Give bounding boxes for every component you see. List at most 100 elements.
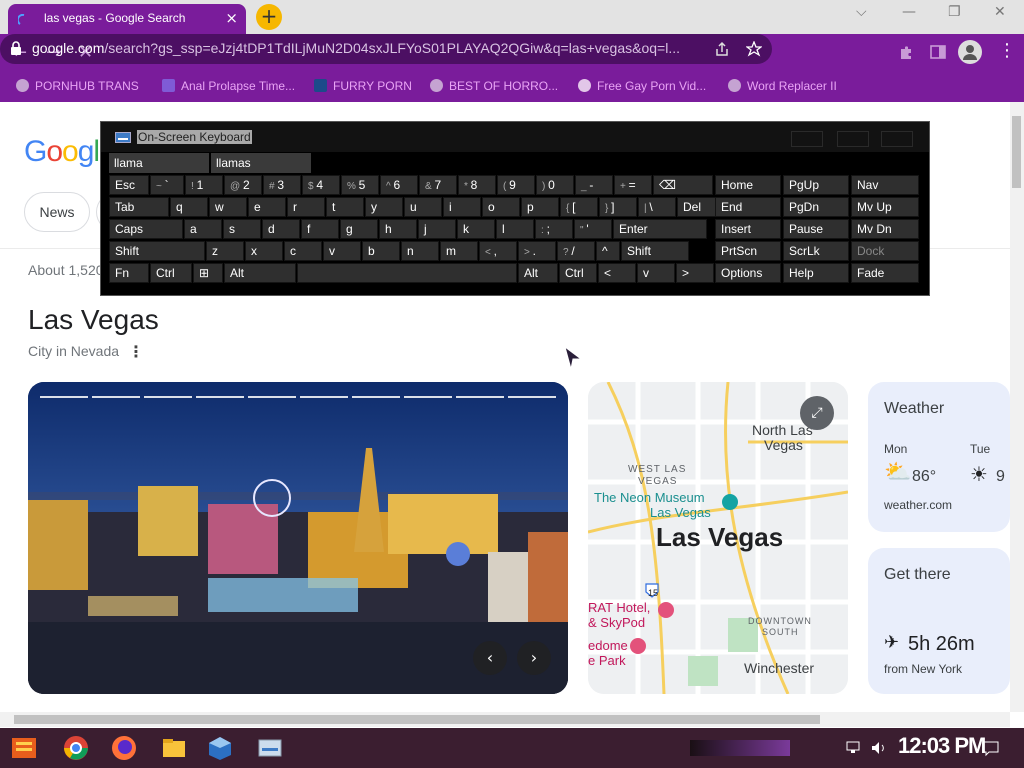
vertical-scrollbar[interactable] xyxy=(1010,102,1024,712)
minimize-button[interactable]: — xyxy=(902,4,916,20)
google-logo[interactable]: Googl xyxy=(24,135,100,169)
bookmark-item[interactable]: Free Gay Porn Vid... xyxy=(578,79,706,93)
word-suggestion[interactable]: llamas xyxy=(211,153,311,173)
osk-key[interactable]: p xyxy=(521,197,559,217)
bookmark-item[interactable]: Word Replacer II xyxy=(728,79,837,93)
restore-button[interactable]: ❐ xyxy=(948,4,961,20)
sidepanel-icon[interactable] xyxy=(930,44,946,60)
osk-key[interactable]: ^ xyxy=(596,241,620,261)
osk-key[interactable]: l xyxy=(496,219,534,239)
osk-key[interactable]: y xyxy=(365,197,403,217)
osk-key[interactable] xyxy=(297,263,517,283)
osk-key[interactable]: ⊞ xyxy=(193,263,223,283)
osk-maximize-button[interactable] xyxy=(837,131,869,147)
osk-key[interactable]: Shift xyxy=(621,241,689,261)
osk-key[interactable]: % 5 xyxy=(341,175,379,195)
osk-key[interactable]: m xyxy=(440,241,478,261)
osk-key[interactable]: ~ ` xyxy=(150,175,184,195)
osk-key[interactable]: n xyxy=(401,241,439,261)
osk-nav-key[interactable]: End xyxy=(715,197,781,217)
osk-minimize-button[interactable] xyxy=(791,131,823,147)
more-options-icon[interactable]: ⋮ xyxy=(128,342,144,361)
osk-key[interactable]: ) 0 xyxy=(536,175,574,195)
osk-key[interactable]: < xyxy=(598,263,636,283)
osk-key[interactable]: ? / xyxy=(557,241,595,261)
osk-key[interactable]: Enter xyxy=(613,219,707,239)
osk-nav-key[interactable]: PgUp xyxy=(783,175,849,195)
osk-key[interactable]: v xyxy=(323,241,361,261)
osk-key[interactable]: * 8 xyxy=(458,175,496,195)
osk-key[interactable]: & 7 xyxy=(419,175,457,195)
osk-key[interactable]: a xyxy=(184,219,222,239)
osk-key[interactable]: k xyxy=(457,219,495,239)
osk-key[interactable]: + = xyxy=(614,175,652,195)
osk-key[interactable]: Esc xyxy=(109,175,149,195)
osk-key[interactable]: ( 9 xyxy=(497,175,535,195)
osk-nav-key[interactable]: PgDn xyxy=(783,197,849,217)
osk-key[interactable]: z xyxy=(206,241,244,261)
osk-key[interactable]: t xyxy=(326,197,364,217)
osk-taskbar-icon[interactable] xyxy=(256,734,284,762)
osk-nav-key[interactable]: Home xyxy=(715,175,781,195)
bookmark-item[interactable]: BEST OF HORRO... xyxy=(430,79,558,93)
osk-nav-key[interactable]: Help xyxy=(783,263,849,283)
osk-key[interactable]: g xyxy=(340,219,378,239)
osk-key[interactable]: v xyxy=(637,263,675,283)
map-card[interactable]: North Las Vegas WEST LAS VEGAS The Neon … xyxy=(588,382,848,694)
osk-key[interactable]: h xyxy=(379,219,417,239)
profile-avatar[interactable] xyxy=(958,40,982,64)
osk-key[interactable]: $ 4 xyxy=(302,175,340,195)
vertical-scroll-thumb[interactable] xyxy=(1012,116,1021,188)
network-icon[interactable] xyxy=(846,740,864,756)
osk-nav-key[interactable]: Insert xyxy=(715,219,781,239)
start-menu-icon[interactable] xyxy=(10,734,38,762)
expand-map-icon[interactable]: ⤢ xyxy=(800,396,834,430)
word-suggestion[interactable]: llama xyxy=(109,153,209,173)
new-tab-button[interactable]: + xyxy=(256,4,282,30)
osk-key[interactable]: Shift xyxy=(109,241,205,261)
osk-key[interactable]: s xyxy=(223,219,261,239)
menu-icon[interactable]: ⋮ xyxy=(998,40,1016,61)
osk-nav-key[interactable]: PrtScn xyxy=(715,241,781,261)
address-bar[interactable]: google.com/search?gs_ssp=eJzj4tDP1TdILjM… xyxy=(0,34,772,64)
tab-search-button[interactable]: ⌵ xyxy=(856,4,867,20)
osk-key[interactable]: c xyxy=(284,241,322,261)
osk-key[interactable]: d xyxy=(262,219,300,239)
osk-key[interactable]: r xyxy=(287,197,325,217)
osk-nav-key[interactable]: ScrLk xyxy=(783,241,849,261)
osk-key[interactable]: Alt xyxy=(518,263,558,283)
file-explorer-icon[interactable] xyxy=(160,734,188,762)
osk-key[interactable]: o xyxy=(482,197,520,217)
osk-key[interactable]: Ctrl xyxy=(559,263,597,283)
osk-key[interactable]: # 3 xyxy=(263,175,301,195)
osk-titlebar[interactable]: On-Screen Keyboard xyxy=(101,122,929,152)
osk-nav-key[interactable]: Nav xyxy=(851,175,919,195)
bookmark-item[interactable]: PORNHUB TRANS xyxy=(16,79,139,93)
osk-key[interactable]: Alt xyxy=(224,263,296,283)
volume-icon[interactable] xyxy=(870,740,888,756)
osk-key[interactable]: < , xyxy=(479,241,517,261)
close-window-button[interactable]: ✕ xyxy=(994,4,1006,20)
osk-key[interactable]: @ 2 xyxy=(224,175,262,195)
osk-key[interactable]: q xyxy=(170,197,208,217)
osk-key[interactable]: ! 1 xyxy=(185,175,223,195)
weather-card[interactable]: Weather Mon ⛅ 86° Tue ☀ 9 weather.com xyxy=(868,382,1010,532)
osk-nav-key[interactable]: Pause xyxy=(783,219,849,239)
osk-key[interactable]: x xyxy=(245,241,283,261)
share-icon[interactable] xyxy=(714,41,730,57)
osk-key[interactable]: ^ 6 xyxy=(380,175,418,195)
browser-tab-active[interactable]: las vegas - Google Search × xyxy=(8,4,246,34)
osk-key[interactable]: } ] xyxy=(599,197,637,217)
extensions-icon[interactable] xyxy=(898,44,914,60)
virtualbox-icon[interactable] xyxy=(206,734,234,762)
horizontal-scroll-thumb[interactable] xyxy=(14,715,820,724)
osk-key[interactable]: Del xyxy=(677,197,719,217)
osk-key[interactable]: " ' xyxy=(574,219,612,239)
bookmark-item[interactable]: FURRY PORN xyxy=(314,79,412,93)
osk-key[interactable]: | \ xyxy=(638,197,676,217)
firefox-icon[interactable] xyxy=(110,734,138,762)
osk-key[interactable]: j xyxy=(418,219,456,239)
osk-key[interactable]: w xyxy=(209,197,247,217)
osk-key[interactable]: Ctrl xyxy=(150,263,192,283)
osk-key[interactable]: Tab xyxy=(109,197,169,217)
